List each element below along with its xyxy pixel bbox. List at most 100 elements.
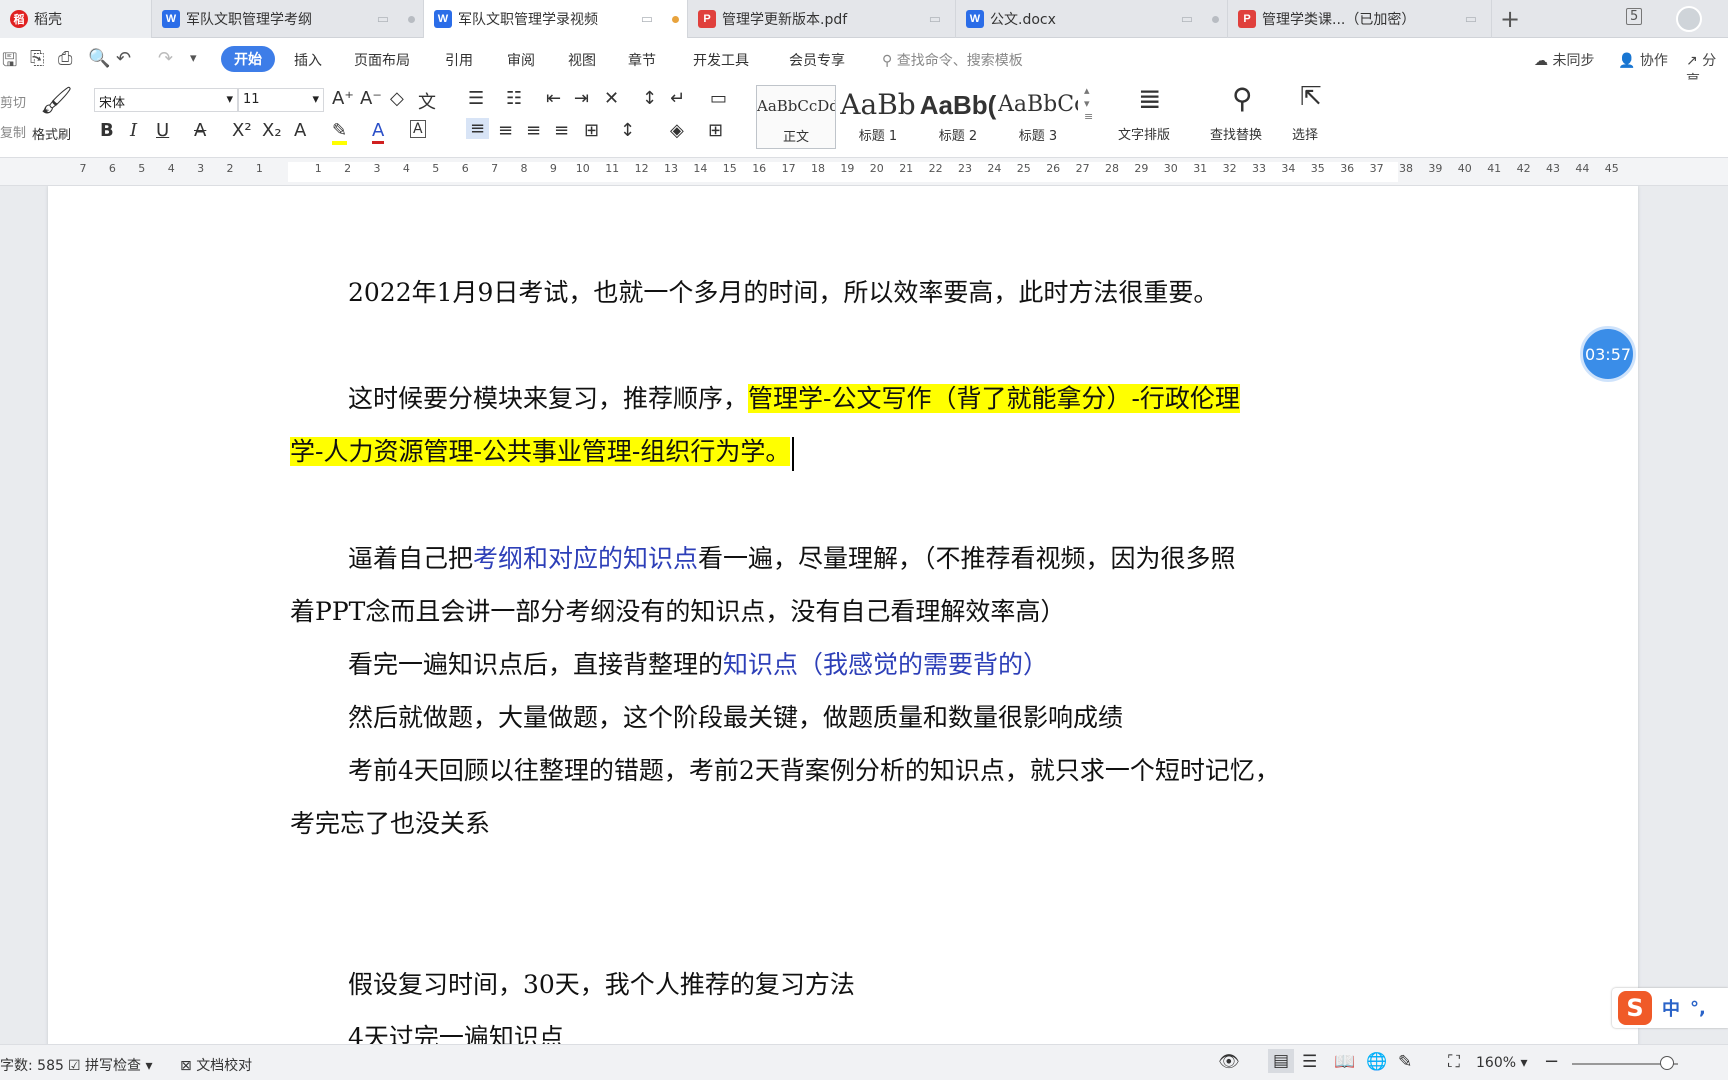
tab-daoke[interactable]: 稻 稻壳 <box>0 0 152 38</box>
print-icon[interactable]: ⎙ <box>58 48 72 69</box>
superscript-icon[interactable]: X² <box>232 120 252 141</box>
paragraph-1[interactable]: 2022年1月9日考试，也就一个多月的时间，所以效率要高，此时方法很重要。 <box>290 266 1442 319</box>
find-replace-label[interactable]: 查找替换 <box>1210 124 1262 143</box>
tab-references[interactable]: 引用 <box>445 50 473 70</box>
cut-button[interactable]: 剪切 <box>0 92 26 111</box>
reading-view-icon[interactable]: 📖 <box>1334 1052 1355 1072</box>
numbering-icon[interactable]: ☷ <box>506 88 522 109</box>
align-right-icon[interactable]: ≡ <box>526 120 541 141</box>
unsaved-dot-icon[interactable] <box>672 15 679 23</box>
punctuation-icon[interactable]: °, <box>1690 998 1706 1019</box>
horizontal-ruler[interactable]: 7 6 5 4 3 2 1 1 2 3 4 5 6 7 8 9 10 11 12 13 14 15 16 17 18 19 20 21… <box>0 158 1728 186</box>
tab-page-layout[interactable]: 页面布局 <box>354 50 410 70</box>
copy-button[interactable]: 复制 <box>0 122 26 141</box>
paragraph-2[interactable]: 这时候要分模块来复习，推荐顺序，管理学-公文写作（背了就能拿分）-行政伦理 <box>290 372 1442 425</box>
phonetic-icon[interactable]: 文 <box>418 88 436 114</box>
decrease-font-icon[interactable]: A⁻ <box>360 88 382 109</box>
bullets-icon[interactable]: ☰ <box>468 88 484 109</box>
ime-toolbar[interactable]: S 中 °, <box>1612 988 1728 1028</box>
close-dot-icon[interactable] <box>408 15 415 23</box>
doc-proof-button[interactable]: ⊠ 文档校对 <box>180 1055 252 1075</box>
save-icon[interactable]: 🖫 <box>2 48 17 78</box>
select-label[interactable]: 选择 <box>1292 124 1318 143</box>
tab-view[interactable]: 视图 <box>568 50 596 70</box>
shading-icon[interactable]: ◈ <box>670 120 684 141</box>
paragraph-6-line-2[interactable]: 考完忘了也没关系 <box>290 797 1442 850</box>
chevron-down-icon[interactable]: ▾ <box>190 51 197 66</box>
paragraph-8[interactable]: 4天过完一遍知识点 <box>290 1011 1442 1044</box>
font-name-select[interactable]: 宋体 ▾ <box>94 88 238 112</box>
redo-icon[interactable]: ↷ <box>158 48 173 69</box>
undo-icon[interactable]: ↶ <box>116 48 131 69</box>
eye-protect-icon[interactable]: 👁 <box>1218 1052 1240 1072</box>
window-count-icon[interactable]: 5 <box>1626 8 1643 25</box>
page-view-icon[interactable]: ▤ <box>1268 1049 1295 1073</box>
strikethrough-icon[interactable]: A <box>194 120 206 141</box>
recording-timer[interactable]: 03:57 <box>1580 326 1636 382</box>
style-normal[interactable]: AaBbCcDd 正文 <box>756 85 836 149</box>
char-border-icon[interactable]: A <box>410 120 426 138</box>
cursor-select-icon[interactable]: ⇱ <box>1300 82 1322 112</box>
tab-gongwen[interactable]: W 公文.docx ▭ <box>956 0 1228 38</box>
tab-ruler-icon[interactable]: ▭ <box>710 88 727 109</box>
document-area[interactable]: 2022年1月9日考试，也就一个多月的时间，所以效率要高，此时方法很重要。 这时… <box>0 186 1728 1044</box>
fit-page-icon[interactable]: ⛶ <box>1448 1052 1460 1072</box>
borders-icon[interactable]: ⊞ <box>708 120 723 141</box>
highlight-icon[interactable]: ✎ <box>332 120 348 145</box>
line-spacing-icon[interactable]: ↕ <box>620 120 635 141</box>
outline-view-icon[interactable]: ☰ <box>1302 1052 1317 1072</box>
font-color-icon[interactable]: A <box>372 120 385 144</box>
underline-icon[interactable]: U <box>156 120 169 141</box>
show-marks-icon[interactable]: ↵ <box>670 88 685 109</box>
style-heading-1[interactable]: AaBb 标题 1 <box>838 85 918 149</box>
align-center-icon[interactable]: ≡ <box>498 120 513 141</box>
zoom-out-icon[interactable]: − <box>1544 1051 1559 1072</box>
tab-review[interactable]: 审阅 <box>507 50 535 70</box>
style-heading-3[interactable]: AaBbCc 标题 3 <box>998 85 1078 149</box>
tab-insert[interactable]: 插入 <box>294 50 322 70</box>
tab-member[interactable]: 会员专享 <box>789 50 845 70</box>
web-view-icon[interactable]: 🌐 <box>1366 1052 1387 1072</box>
bold-icon[interactable]: B <box>100 120 114 141</box>
spell-check-button[interactable]: ☑ 拼写检查 ▾ <box>68 1055 153 1075</box>
paragraph-3[interactable]: 逼着自己把考纲和对应的知识点看一遍，尽量理解，（不推荐看视频，因为很多照 <box>290 532 1442 585</box>
tab-chapter[interactable]: 章节 <box>628 50 656 70</box>
document-page[interactable]: 2022年1月9日考试，也就一个多月的时间，所以效率要高，此时方法很重要。 这时… <box>48 186 1638 1044</box>
tab-start[interactable]: 开始 <box>221 46 275 72</box>
font-size-select[interactable]: 11 ▾ <box>238 88 324 112</box>
text-layout-icon[interactable]: ≣ <box>1138 82 1161 115</box>
export-icon[interactable]: ⎘ <box>30 48 44 69</box>
collaborate-button[interactable]: 👤 协作 <box>1618 50 1668 70</box>
write-mode-icon[interactable]: ✎ <box>1398 1052 1412 1072</box>
command-search[interactable]: ⚲ 查找命令、搜索模板 <box>882 50 1023 70</box>
paragraph-4[interactable]: 看完一遍知识点后，直接背整理的知识点（我感觉的需要背的） <box>290 638 1442 691</box>
subscript-icon[interactable]: X₂ <box>262 120 282 141</box>
ime-mode[interactable]: 中 <box>1662 995 1680 1021</box>
justify-icon[interactable]: ≡ <box>554 120 569 141</box>
clear-format-icon[interactable]: ◇ <box>390 88 404 109</box>
paragraph-2-line-2[interactable]: 学-人力资源管理-公共事业管理-组织行为学。 <box>290 425 1442 478</box>
paragraph-5[interactable]: 然后就做题，大量做题，这个阶段最关键，做题质量和数量很影响成绩 <box>290 691 1442 744</box>
indent-icon[interactable]: ⇥ <box>574 88 589 109</box>
tab-doc-video[interactable]: W 军队文职管理学录视频 ▭ <box>424 0 688 38</box>
new-tab-button[interactable]: + <box>1500 5 1520 33</box>
find-icon[interactable]: ⚲ <box>1232 82 1253 115</box>
distribute-icon[interactable]: ⊞ <box>584 120 599 141</box>
styles-scroll-icon[interactable]: ▴ ▾ ≡ <box>1084 84 1093 123</box>
sync-status[interactable]: ☁ 未同步 <box>1534 50 1594 70</box>
paragraph-7[interactable]: 假设复习时间，30天，我个人推荐的复习方法 <box>290 958 1442 1011</box>
zoom-slider-handle[interactable] <box>1660 1056 1674 1070</box>
word-count[interactable]: 字数: 585 <box>0 1055 64 1075</box>
tab-doc-outline[interactable]: W 军队文职管理学考纲 ▭ <box>152 0 424 38</box>
increase-font-icon[interactable]: A⁺ <box>332 88 354 109</box>
tab-developer[interactable]: 开发工具 <box>693 50 749 70</box>
tab-pdf-update[interactable]: P 管理学更新版本.pdf ▭ <box>688 0 956 38</box>
paragraph-6[interactable]: 考前4天回顾以往整理的错题，考前2天背案例分析的知识点，就只求一个短时记忆， <box>290 744 1442 797</box>
outdent-icon[interactable]: ⇤ <box>546 88 561 109</box>
tab-pdf-encrypted[interactable]: P 管理学类课...（已加密） ▭ <box>1228 0 1492 38</box>
paragraph-3-line-2[interactable]: 着PPT念而且会讲一部分考纲没有的知识点，没有自己看理解效率高） <box>290 585 1442 638</box>
text-effect-icon[interactable]: A <box>294 120 306 141</box>
chinese-layout-icon[interactable]: ✕ <box>604 88 619 109</box>
close-dot-icon[interactable] <box>1212 15 1219 23</box>
print-preview-icon[interactable]: 🔍 <box>88 48 110 69</box>
